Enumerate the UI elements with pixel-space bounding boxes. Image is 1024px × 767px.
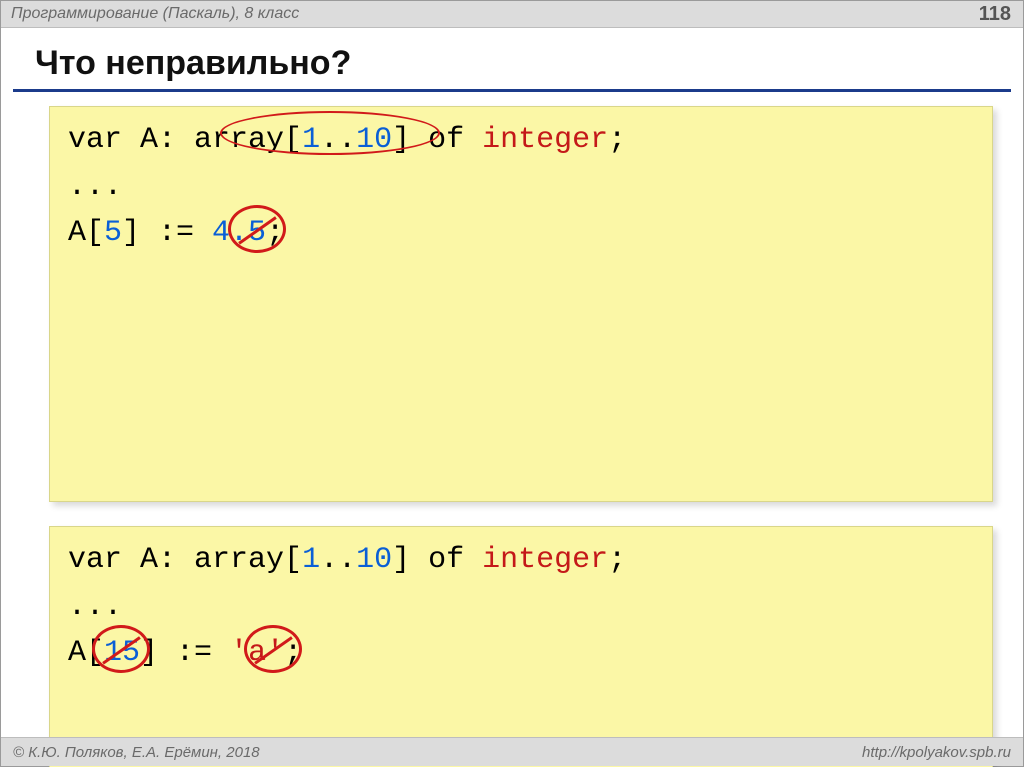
code-text: ; — [608, 543, 626, 577]
code-text: array — [194, 543, 284, 577]
code-text: array — [194, 123, 284, 157]
code-text: integer — [482, 543, 608, 577]
code-text: .. — [320, 123, 356, 157]
code-text: A: — [122, 543, 194, 577]
code-text: var — [68, 543, 122, 577]
page-number: 118 — [979, 3, 1011, 26]
top-bar: Программирование (Паскаль), 8 класс 118 — [1, 1, 1023, 28]
code-text: of — [410, 543, 482, 577]
code-text: integer — [482, 123, 608, 157]
code-text: A[ — [68, 636, 104, 670]
code-block-1: var A: array[1..10] of integer; ... A[5]… — [49, 106, 993, 502]
code-text: [ — [284, 543, 302, 577]
code-text: 15 — [104, 636, 140, 670]
code-text: ] := — [140, 636, 230, 670]
footer: © К.Ю. Поляков, Е.А. Ерёмин, 2018 http:/… — [1, 737, 1023, 766]
code-text: ] := — [122, 216, 212, 250]
code-text: 10 — [356, 123, 392, 157]
code-text: 1 — [302, 543, 320, 577]
code-text: ' — [266, 636, 284, 670]
code-text: ' — [230, 636, 248, 670]
code-text: 4.5 — [212, 216, 266, 250]
page-title: Что неправильно? — [1, 28, 1023, 89]
code-text: ; — [266, 216, 284, 250]
code-text: 1 — [302, 123, 320, 157]
code-text: 5 — [104, 216, 122, 250]
code-text: ; — [608, 123, 626, 157]
code-text: ] — [392, 123, 410, 157]
title-rule — [13, 89, 1011, 92]
footer-url: http://kpolyakov.spb.ru — [862, 744, 1011, 761]
code-text: [ — [284, 123, 302, 157]
code-text: a — [248, 636, 266, 670]
slide: Программирование (Паскаль), 8 класс 118 … — [0, 0, 1024, 767]
copyright-text: © К.Ю. Поляков, Е.А. Ерёмин, 2018 — [13, 744, 260, 761]
code-text: ... — [68, 170, 122, 204]
code-text: ] — [392, 543, 410, 577]
code-text: var — [68, 123, 122, 157]
course-label: Программирование (Паскаль), 8 класс — [11, 5, 299, 23]
code-text: ; — [284, 636, 302, 670]
code-text: A[ — [68, 216, 104, 250]
code-text: ... — [68, 590, 122, 624]
code-text: 10 — [356, 543, 392, 577]
code-text: .. — [320, 543, 356, 577]
code-text: of — [410, 123, 482, 157]
code-text: A: — [122, 123, 194, 157]
code-block-2: var A: array[1..10] of integer; ... A[15… — [49, 526, 993, 767]
